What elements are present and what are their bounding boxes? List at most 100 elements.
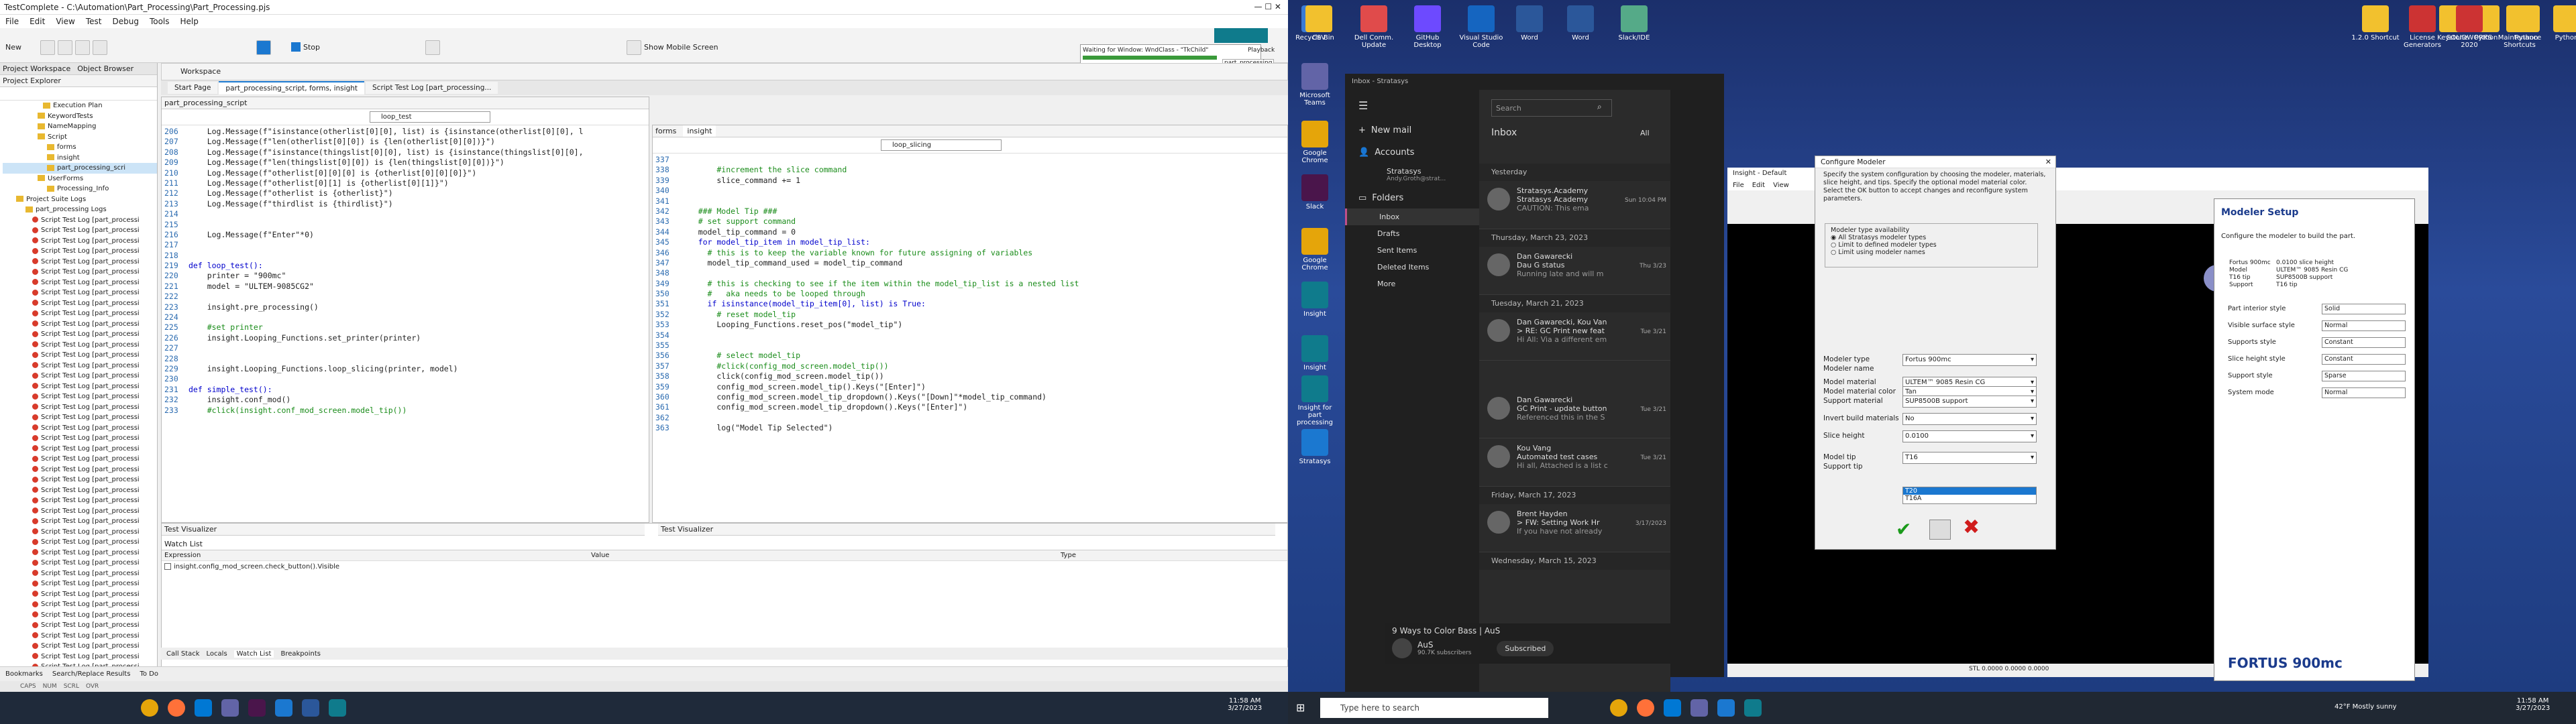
folder-inbox[interactable]: Inbox <box>1345 208 1479 225</box>
script-editor-right[interactable]: forms insight loop_slicing 337 338 #incre… <box>652 125 1288 523</box>
code-line[interactable]: 223 insight.pre_processing() <box>164 302 649 312</box>
field-combo[interactable]: Fortus 900mc <box>1902 354 2037 366</box>
code-line[interactable]: 215 <box>164 220 649 230</box>
desktop-icon[interactable]: Insight <box>1291 335 1339 371</box>
desktop-icon[interactable]: CSV <box>1295 5 1343 42</box>
desktop-icon[interactable]: Stratasys <box>1291 429 1339 465</box>
code-line[interactable]: 219 def loop_test(): <box>164 261 649 271</box>
code-line[interactable]: 345 for model_tip_item in model_tip_list… <box>655 237 1287 247</box>
folder-deleted[interactable]: Deleted Items <box>1345 259 1479 276</box>
log-entry[interactable]: Script Test Log [part_processi <box>3 579 157 589</box>
code-line[interactable]: 358 click(config_mod_screen.model_tip()) <box>655 371 1287 381</box>
log-entry[interactable]: Script Test Log [part_processi <box>3 433 157 444</box>
log-entry[interactable]: Script Test Log [part_processi <box>3 516 157 527</box>
code-line[interactable]: 231 def simple_test(): <box>164 385 649 395</box>
mail-item[interactable]: Dan Gawarecki GC Print - update button Tue… <box>1479 390 1670 438</box>
tab-script-group[interactable]: part_processing_script, forms, insight <box>219 81 364 95</box>
watch-checkbox[interactable] <box>164 563 171 570</box>
code-line[interactable]: 210 Log.Message(f"otherlist[0][0][0] is … <box>164 168 649 178</box>
log-entry[interactable]: Script Test Log [part_processi <box>3 257 157 267</box>
tree-item-script[interactable]: Script <box>3 132 157 143</box>
log-entry[interactable]: Script Test Log [part_processi <box>3 340 157 351</box>
log-entry[interactable]: Script Test Log [part_processi <box>3 620 157 631</box>
stop-label[interactable]: Stop <box>303 43 320 52</box>
menu-tools[interactable]: Tools <box>150 17 170 26</box>
insight-menu-edit[interactable]: Edit <box>1752 182 1765 189</box>
tree-item-processing-info[interactable]: Processing_Info <box>3 184 157 194</box>
code-line[interactable]: 218 <box>164 251 649 261</box>
desktop-icon[interactable]: Word <box>1556 5 1605 42</box>
mail-item[interactable]: Brent Hayden > FW: Setting Work Hr 3/17/20… <box>1479 504 1670 552</box>
desktop-icon[interactable]: GitHub Desktop <box>1403 5 1452 49</box>
watch-row[interactable]: insight.config_mod_screen.check_button()… <box>162 561 1287 572</box>
tip-option-t20[interactable]: T20 <box>1903 487 2036 495</box>
code-line[interactable]: 363 log("Model Tip Selected") <box>655 423 1287 433</box>
field-combo[interactable]: T16 <box>1902 452 2037 464</box>
code-line[interactable]: 227 <box>164 343 649 353</box>
code-line[interactable]: 207 Log.Message(f"len(otherlist[0][0]) i… <box>164 137 649 147</box>
tree-item-forms[interactable]: forms <box>3 142 157 153</box>
outlook-taskbar-icon[interactable] <box>1717 699 1735 717</box>
testcomplete-icon[interactable] <box>329 699 346 717</box>
log-entry[interactable]: Script Test Log [part_processi <box>3 361 157 371</box>
new-button[interactable]: New <box>5 43 21 52</box>
insight-menu-file[interactable]: File <box>1733 182 1744 189</box>
folders-header[interactable]: ▭ Folders <box>1345 182 1479 208</box>
log-entry[interactable]: Script Test Log [part_processi <box>3 537 157 548</box>
log-entry[interactable]: Script Test Log [part_processi <box>3 381 157 392</box>
code-line[interactable]: 346 # this is to keep the variable known… <box>655 248 1287 258</box>
code-line[interactable]: 213 Log.Message(f"thirdlist is {thirdlis… <box>164 199 649 209</box>
code-line[interactable]: 212 Log.Message(f"otherlist is {otherlis… <box>164 188 649 198</box>
teams-icon[interactable] <box>221 699 239 717</box>
ok-check-icon[interactable]: ✔ <box>1896 518 1911 540</box>
code-line[interactable]: 343 # set support command <box>655 217 1287 227</box>
mail-item[interactable]: Dan Gawarecki Dau G status Thu 3/23 Running… <box>1479 247 1670 295</box>
code-line[interactable]: 338 #increment the slice command <box>655 165 1287 175</box>
mail-item[interactable]: Dan Gawarecki, Kou Van > RE: GC Print new… <box>1479 312 1670 361</box>
log-entry[interactable]: Script Test Log [part_processi <box>3 402 157 413</box>
firefox-taskbar-icon[interactable] <box>1637 699 1654 717</box>
code-line[interactable]: 348 <box>655 268 1287 278</box>
code-line[interactable]: 355 <box>655 341 1287 351</box>
log-entry[interactable]: Script Test Log [part_processi <box>3 246 157 257</box>
compare-icon[interactable] <box>1929 520 1951 540</box>
insight-taskbar-icon[interactable] <box>1744 699 1762 717</box>
log-entry[interactable]: Script Test Log [part_processi <box>3 298 157 309</box>
code-line[interactable]: 354 <box>655 330 1287 341</box>
desktop-icon[interactable]: Word <box>1505 5 1554 42</box>
tab-bookmarks[interactable]: Bookmarks <box>5 670 43 678</box>
radio-all-types[interactable]: ◉ All Stratasys modeler types <box>1831 234 2032 241</box>
code-line[interactable]: 342 ### Model Tip ### <box>655 206 1287 217</box>
code-line[interactable]: 349 # this is checking to see if the ite… <box>655 279 1287 289</box>
firefox-icon[interactable] <box>168 699 185 717</box>
hamburger-icon[interactable]: ☰ <box>1345 90 1479 121</box>
vscode-icon[interactable] <box>195 699 212 717</box>
playback-controls[interactable] <box>1214 28 1268 43</box>
code-line[interactable]: 229 insight.Looping_Functions.loop_slici… <box>164 364 649 374</box>
routine-selector[interactable]: loop_test <box>370 111 490 123</box>
code-line[interactable]: 228 <box>164 354 649 364</box>
tree-item-keywordtests[interactable]: KeywordTests <box>3 111 157 122</box>
log-entry[interactable]: Script Test Log [part_processi <box>3 558 157 568</box>
code-line[interactable]: 206 Log.Message(f"isinstance(otherlist[0… <box>164 127 649 137</box>
tree-item-insight[interactable]: insight <box>3 153 157 164</box>
code-line[interactable]: 208 Log.Message(f"isinstance(thingslist[… <box>164 147 649 158</box>
code-line[interactable]: 222 <box>164 292 649 302</box>
code-line[interactable]: 356 # select model_tip <box>655 351 1287 361</box>
subscribed-button[interactable]: Subscribed <box>1497 640 1554 656</box>
menu-test[interactable]: Test <box>86 17 102 26</box>
routine-selector-right[interactable]: loop_slicing <box>881 139 1002 151</box>
right-code-area[interactable]: 337 338 #increment the slice command 339 s… <box>653 154 1287 434</box>
log-entry[interactable]: Script Test Log [part_processi <box>3 610 157 621</box>
desktop-icon[interactable]: Insight for part processing <box>1291 375 1339 426</box>
log-entry[interactable]: Script Test Log [part_processi <box>3 475 157 485</box>
desktop-icon[interactable]: License Generators <box>2398 5 2447 49</box>
menu-view[interactable]: View <box>56 17 74 26</box>
log-entry[interactable]: Script Test Log [part_processi <box>3 506 157 517</box>
code-line[interactable]: 359 config_mod_screen.model_tip().Keys("… <box>655 382 1287 392</box>
code-line[interactable]: 352 # reset model_tip <box>655 310 1287 320</box>
log-entry[interactable]: Script Test Log [part_processi <box>3 454 157 465</box>
radio-limit-defined[interactable]: ○ Limit to defined modeler types <box>1831 241 2032 249</box>
file-tab-insight[interactable]: insight <box>683 125 716 137</box>
windows-start-icon[interactable]: ⊞ <box>1296 701 1305 714</box>
